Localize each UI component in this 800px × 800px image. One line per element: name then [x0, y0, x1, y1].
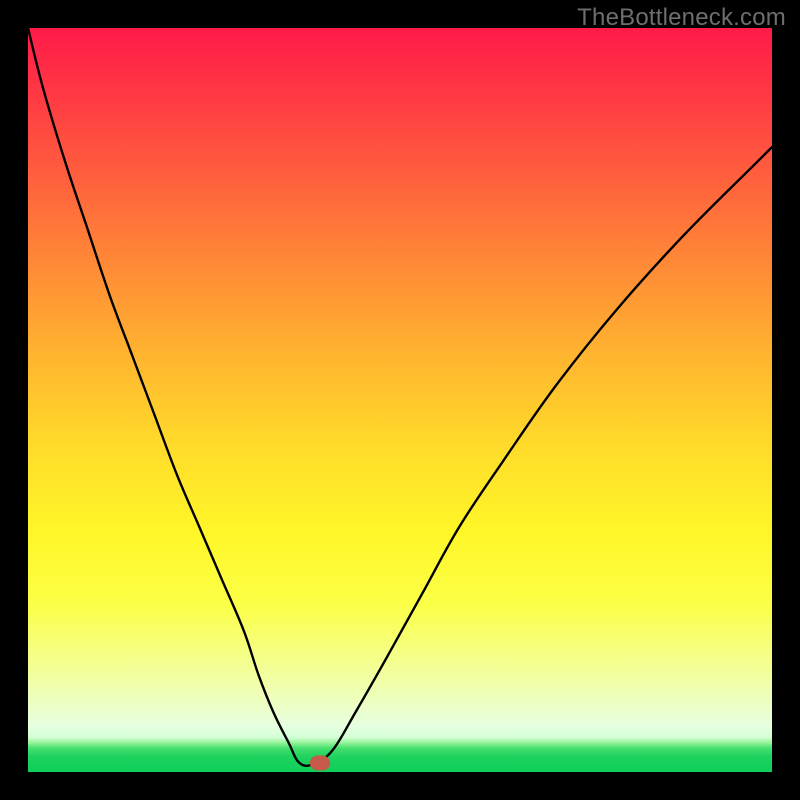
bottleneck-marker [310, 756, 330, 771]
plot-area [28, 28, 772, 772]
bottleneck-curve [28, 28, 772, 772]
outer-frame: TheBottleneck.com [0, 0, 800, 800]
